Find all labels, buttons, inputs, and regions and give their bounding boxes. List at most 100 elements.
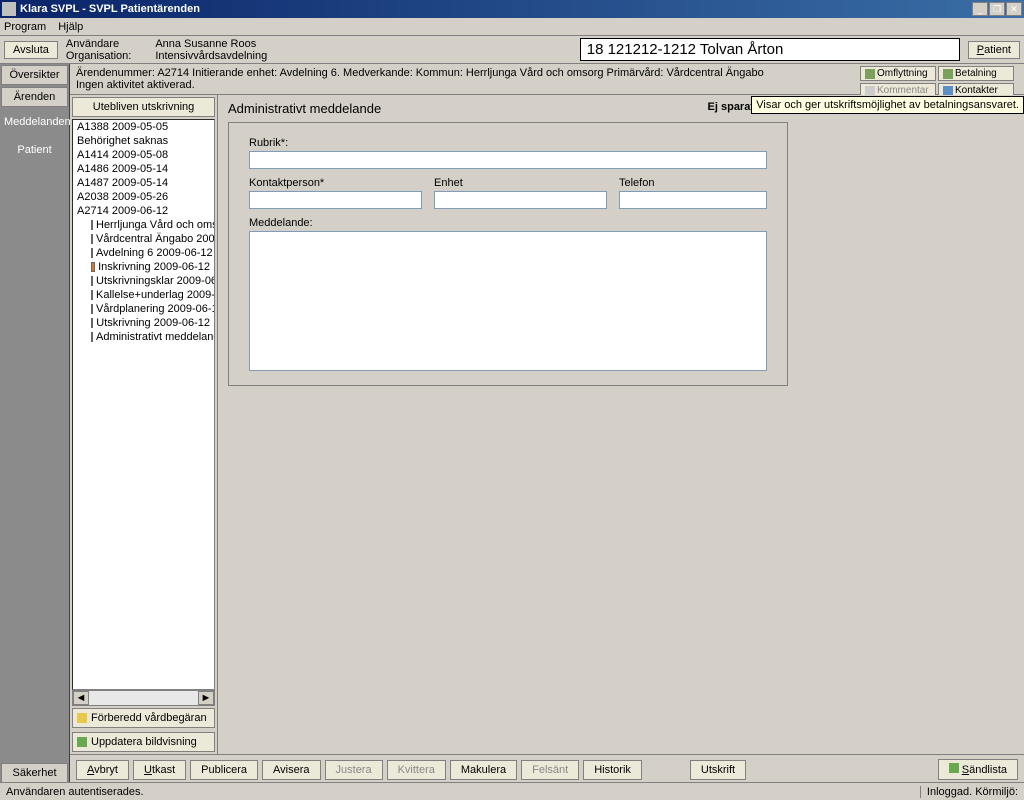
tooltip: Visar och ger utskriftsmöjlighet av beta… [751,96,1024,114]
meddelande-textarea[interactable] [249,231,767,371]
tree-item[interactable]: A1486 2009-05-14 [73,162,214,176]
tree-sub-item[interactable]: Inskrivning 2009-06-12 [73,260,214,274]
tree-item-label: Utskrivning 2009-06-12 [96,317,210,329]
org-label: Organisation: [66,50,131,62]
status-right: Inloggad. Körmiljö: [920,786,1018,798]
user-label: Användare [66,38,131,50]
tree-item[interactable]: Behörighet saknas [73,134,214,148]
tree-sub-item[interactable]: Avdelning 6 2009-06-12 [73,246,214,260]
user-value: Anna Susanne Roos [155,38,267,50]
sidebar-overview[interactable]: Översikter [1,65,68,85]
tree-item[interactable]: A2714 2009-06-12 [73,204,214,218]
tree-item-label: Vårdplanering 2009-06-12 [96,303,215,315]
app-icon [2,2,16,16]
makulera-button[interactable]: Makulera [450,760,517,780]
publicera-button[interactable]: Publicera [190,760,258,780]
avbryt-button[interactable]: Avbryt [76,760,129,780]
rubrik-label: Rubrik*: [249,137,767,149]
tree-sub-item[interactable]: Utskrivning 2009-06-12 [73,316,214,330]
kontakt-input[interactable] [249,191,422,209]
tree-item-icon [91,276,93,286]
tree-item-label: Kallelse+underlag 2009-06-12 [96,289,215,301]
minimize-button[interactable]: _ [972,2,988,16]
patient-box: 18 121212-1212 Tolvan Årton [580,38,960,61]
sidebar-cases[interactable]: Ärenden [1,87,68,107]
tree-item-label: Avdelning 6 2009-06-12 [96,247,213,259]
title-text: Klara SVPL - SVPL Patientärenden [20,3,972,15]
doc-icon [77,713,87,723]
tree-item-label: Utskrivningsklar 2009-06-12 [96,275,215,287]
user-info: Användare Organisation: Anna Susanne Roo… [66,38,267,62]
tree-sub-item[interactable]: Vårdcentral Ängabo 2009-06-12 [73,232,214,246]
sidebar-patient[interactable]: Patient [0,136,69,164]
tree-item-icon [91,248,93,258]
avisera-button[interactable]: Avisera [262,760,320,780]
update-view-button[interactable]: Uppdatera bildvisning [72,732,215,752]
tree-item-label: Inskrivning 2009-06-12 [98,261,210,273]
tree-list[interactable]: A1388 2009-05-05Behörighet saknasA1414 2… [72,119,215,690]
rubrik-input[interactable] [249,151,767,169]
end-button[interactable]: Avsluta [4,41,58,59]
bottom-bar: Avbryt Utkast Publicera Avisera Justera … [70,754,1024,784]
scroll-left-icon[interactable]: ◄ [73,691,89,705]
tree-sub-item[interactable]: Kallelse+underlag 2009-06-12 [73,288,214,302]
status-left: Användaren autentiserades. [6,786,144,798]
tree-item-icon [91,304,93,314]
telefon-input[interactable] [619,191,767,209]
sandlista-button[interactable]: Sändlista [938,759,1018,780]
enhet-input[interactable] [434,191,607,209]
scroll-right-icon[interactable]: ► [198,691,214,705]
left-sidebar: Översikter Ärenden Meddelanden Patient S… [0,64,70,784]
tree-item[interactable]: A2038 2009-05-26 [73,190,214,204]
tree-item-icon [91,234,93,244]
tree-panel: Utebliven utskrivning A1388 2009-05-05Be… [70,95,218,754]
refresh-icon [77,737,87,747]
titlebar: Klara SVPL - SVPL Patientärenden _ ❐ ✕ [0,0,1024,18]
tree-sub-item[interactable]: Utskrivningsklar 2009-06-12 [73,274,214,288]
toolbar: Avsluta Användare Organisation: Anna Sus… [0,36,1024,64]
form-status: Ej sparat [708,101,754,116]
tree-item-icon [91,262,95,272]
utkast-button[interactable]: Utkast [133,760,186,780]
tree-sub-item[interactable]: Herrljunga Vård och omsorg 2009 [73,218,214,232]
sidebar-messages[interactable]: Meddelanden [0,108,69,136]
statusbar: Användaren autentiserades. Inloggad. Kör… [0,782,1024,800]
patient-button[interactable]: Patient [968,41,1020,59]
utskrift-button[interactable]: Utskrift [690,760,746,780]
info-strip: Ärendenummer: A2714 Initierande enhet: A… [70,64,1024,95]
tree-item-icon [91,332,93,342]
kontakt-label: Kontaktperson* [249,177,422,189]
tree-item-label: Herrljunga Vård och omsorg 2009 [96,219,215,231]
contacts-icon [943,86,953,96]
telefon-label: Telefon [619,177,767,189]
kvittera-button: Kvittera [387,760,446,780]
tree-sub-item[interactable]: Administrativt meddelande 2009 [73,330,214,344]
action-omflyttning[interactable]: Omflyttning [860,66,936,81]
form-title: Administrativt meddelande [228,101,381,116]
payment-icon [943,69,953,79]
sidebar-security[interactable]: Säkerhet [1,763,68,783]
maximize-button[interactable]: ❐ [989,2,1005,16]
menu-help[interactable]: Hjälp [58,21,83,33]
tree-item[interactable]: A1487 2009-05-14 [73,176,214,190]
historik-button[interactable]: Historik [583,760,642,780]
tree-item-icon [91,318,93,328]
tree-header-button[interactable]: Utebliven utskrivning [72,97,215,117]
tree-scrollbar[interactable]: ◄ ► [72,690,215,706]
enhet-label: Enhet [434,177,607,189]
action-betalning[interactable]: Betalning [938,66,1014,81]
meddelande-label: Meddelande: [249,217,767,229]
form-area: Aktuell version: 0 Administrativt meddel… [218,95,1024,754]
tree-item[interactable]: A1388 2009-05-05 [73,120,214,134]
tree-item[interactable]: A1414 2009-05-08 [73,148,214,162]
close-button[interactable]: ✕ [1006,2,1022,16]
tree-sub-item[interactable]: Vårdplanering 2009-06-12 [73,302,214,316]
tree-item-icon [91,220,93,230]
justera-button: Justera [325,760,383,780]
prepared-care-request-button[interactable]: Förberedd vårdbegäran [72,708,215,728]
comment-icon [865,86,875,96]
tree-item-icon [91,290,93,300]
org-value: Intensivvårdsavdelning [155,50,267,62]
menubar: Program Hjälp [0,18,1024,36]
menu-program[interactable]: Program [4,21,46,33]
